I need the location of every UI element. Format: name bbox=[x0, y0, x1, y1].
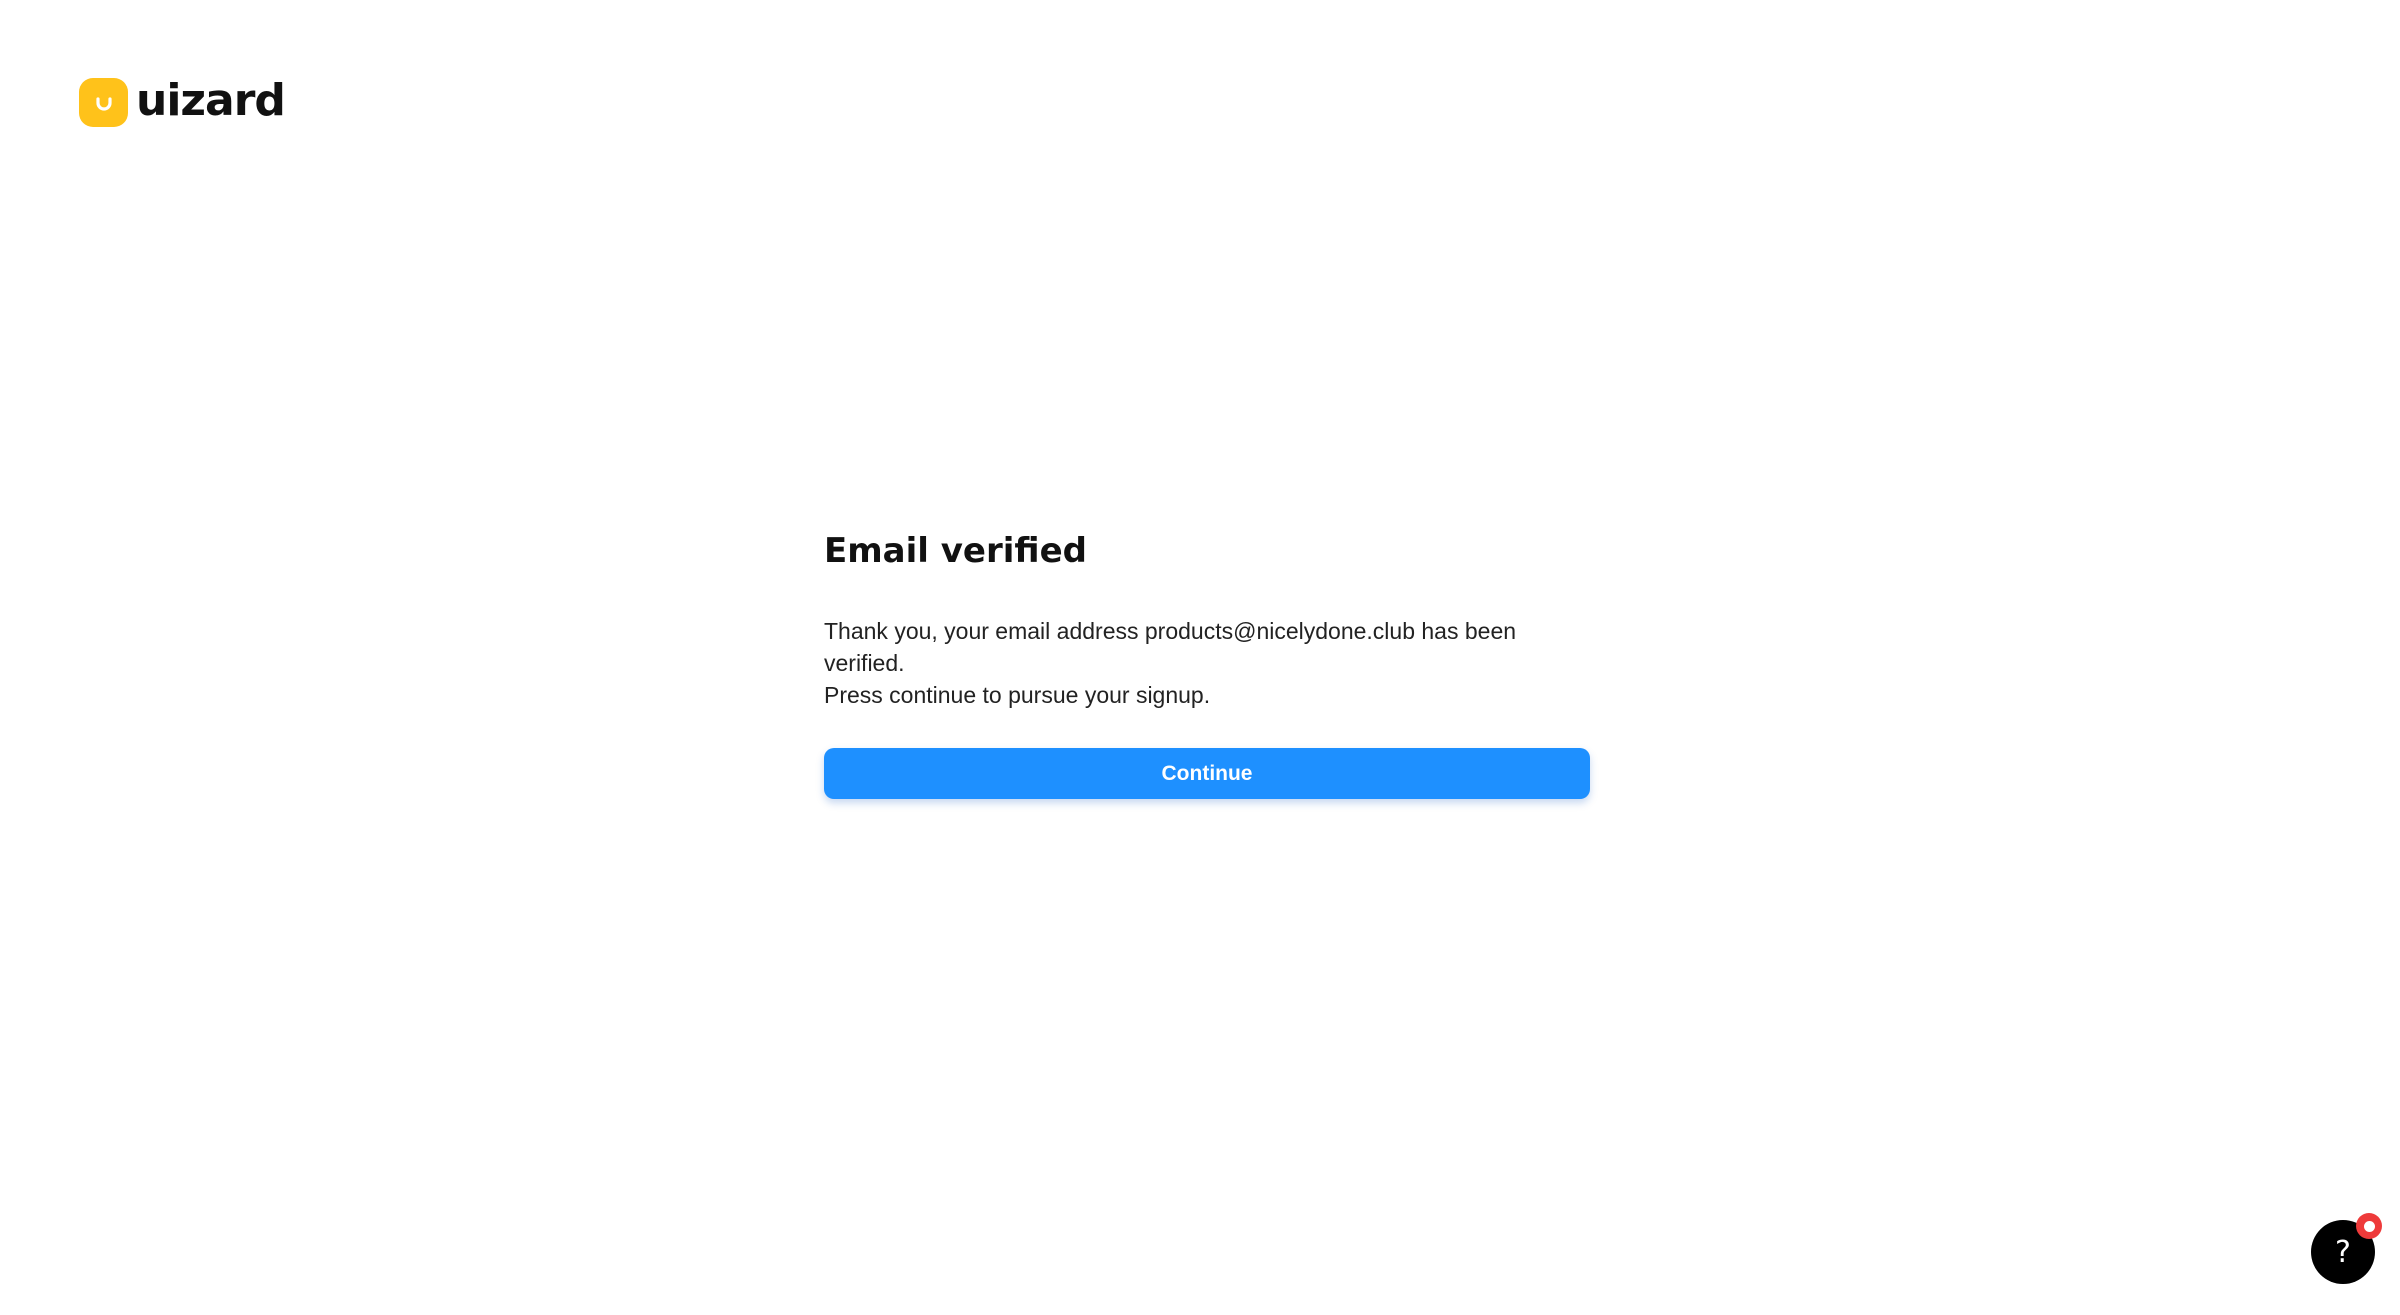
uizard-logo[interactable]: uizard bbox=[79, 74, 286, 127]
question-mark-icon: ? bbox=[2335, 1234, 2351, 1270]
verification-instruction-line: Press continue to pursue your signup. bbox=[824, 682, 1211, 708]
continue-button[interactable]: Continue bbox=[824, 748, 1590, 799]
page: uizard Email verified Thank you, your em… bbox=[0, 0, 2400, 1315]
logo-wordmark: uizard bbox=[136, 74, 286, 126]
smile-icon bbox=[95, 96, 112, 111]
smile-logo-icon bbox=[79, 78, 128, 127]
notification-dot-icon bbox=[2363, 1220, 2375, 1232]
notification-badge bbox=[2356, 1213, 2382, 1239]
verification-message: Thank you, your email address products@n… bbox=[824, 615, 1590, 711]
verification-panel: Email verified Thank you, your email add… bbox=[824, 527, 1590, 799]
page-title: Email verified bbox=[824, 531, 1087, 571]
verification-message-line: Thank you, your email address products@n… bbox=[824, 618, 1517, 676]
